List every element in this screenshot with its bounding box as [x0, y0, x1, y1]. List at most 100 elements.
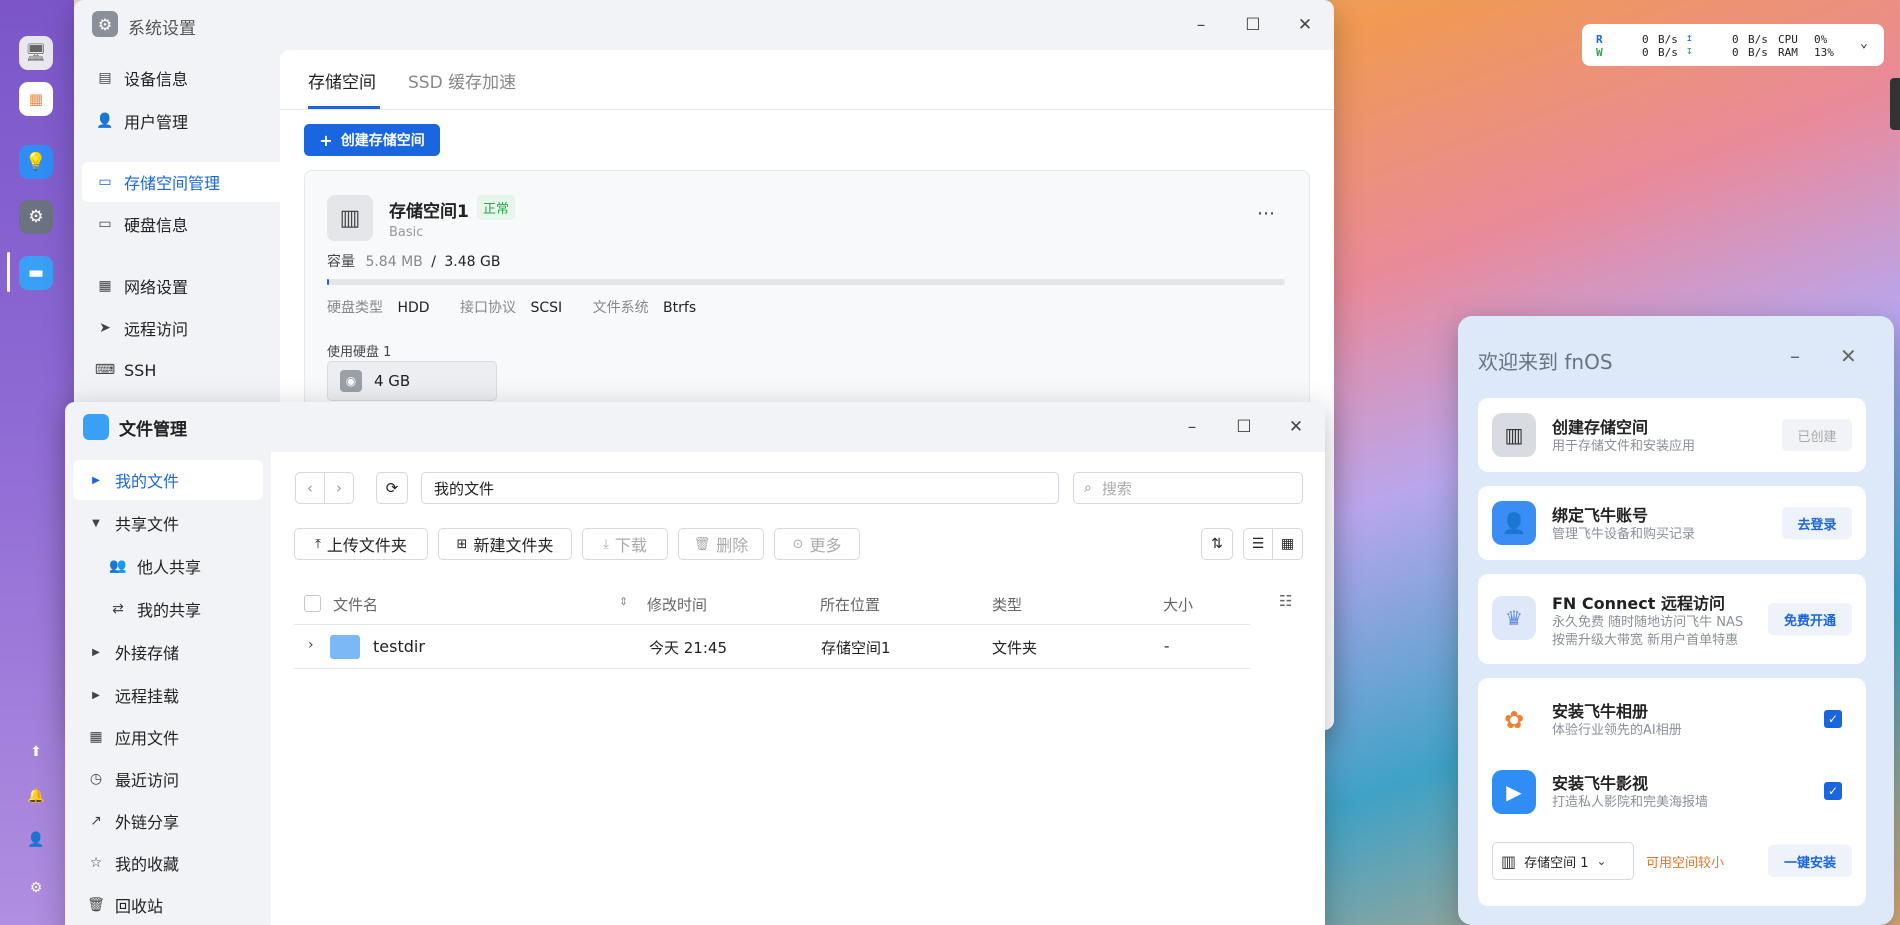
- user-icon[interactable]: 👤: [24, 828, 48, 852]
- app-dock: 🖥 ▦ 💡 ⚙ ▬ ⬆ 🔔 👤 ⚙: [0, 0, 74, 925]
- nav-external-storage[interactable]: ▶ 外接存储: [73, 632, 263, 672]
- nav-favorites[interactable]: ☆ 我的收藏: [73, 843, 263, 883]
- forward-button[interactable]: ›: [324, 472, 354, 504]
- file-manager-app-icon[interactable]: ▬: [19, 256, 53, 290]
- button-label: 删除: [716, 536, 749, 555]
- nav-label: 网络设置: [124, 278, 189, 297]
- trash-icon: 🗑: [87, 897, 105, 913]
- welcome-close-icon[interactable]: ✕: [1840, 344, 1857, 368]
- minimize-icon[interactable]: –: [1179, 414, 1205, 440]
- grid-view-button[interactable]: ▦: [1272, 528, 1303, 560]
- more-icon[interactable]: ⋯: [1257, 203, 1275, 224]
- close-icon[interactable]: ✕: [1292, 12, 1318, 38]
- row-type: 文件夹: [992, 639, 1038, 657]
- folder-icon: [330, 635, 360, 659]
- capacity-bar: [327, 279, 1285, 285]
- tab-storage[interactable]: 存储空间: [308, 68, 376, 93]
- settings-titlebar[interactable]: ⚙ 系统设置 – ☐ ✕: [74, 0, 1334, 50]
- maximize-icon[interactable]: ☐: [1240, 12, 1266, 38]
- nav-link-shares[interactable]: ↗ 外链分享: [73, 801, 263, 841]
- active-indicator: [7, 252, 10, 292]
- button-label: 下载: [614, 536, 647, 555]
- app-center-icon[interactable]: ▦: [19, 82, 53, 116]
- search-field[interactable]: ⌕ 搜索: [1073, 472, 1303, 504]
- list-view-button[interactable]: ☰: [1243, 528, 1273, 560]
- settings-app-icon[interactable]: ⚙: [19, 200, 53, 234]
- col-type[interactable]: 类型: [992, 588, 1022, 620]
- power-icon[interactable]: ⚙: [24, 876, 48, 900]
- back-button[interactable]: ‹: [295, 472, 325, 504]
- install-apps-card: ✿ 安装飞牛相册 体验行业领先的AI相册 ✓ ▶ 安装飞牛影视 打造私人影院和完…: [1478, 678, 1866, 906]
- nav-label: 外链分享: [115, 813, 180, 832]
- storage-mini-icon: ▥: [1501, 851, 1517, 871]
- read-value: 0: [1642, 33, 1649, 46]
- download-button[interactable]: ⤓ 下载: [582, 528, 668, 560]
- delete-button[interactable]: 🗑 删除: [678, 528, 764, 560]
- install-photos-checkbox[interactable]: ✓: [1824, 710, 1842, 728]
- column-settings-icon[interactable]: ☷: [1279, 592, 1292, 610]
- col-size[interactable]: 大小: [1163, 588, 1193, 620]
- expand-chevron-icon[interactable]: ›: [308, 637, 314, 653]
- button-label: 更多: [809, 536, 842, 555]
- nav-shared-by-others[interactable]: 👥 他人共享: [73, 546, 263, 586]
- crown-icon: ♛: [1492, 596, 1536, 640]
- nav-label: 远程挂载: [115, 687, 180, 706]
- write-label: W: [1596, 46, 1603, 59]
- nav-app-files[interactable]: ▦ 应用文件: [73, 717, 263, 757]
- sort-toggle-icon[interactable]: ⇕: [619, 595, 628, 608]
- more-circle-icon: ⊙: [792, 536, 804, 552]
- card-title: 绑定飞牛账号: [1552, 506, 1649, 525]
- clock-icon: ◷: [89, 771, 103, 787]
- col-location[interactable]: 所在位置: [820, 588, 880, 620]
- refresh-button[interactable]: ⟳: [376, 472, 408, 504]
- collapse-chevron-icon[interactable]: ⌄: [1860, 36, 1868, 51]
- iface-value: SCSI: [530, 300, 563, 316]
- desktop-icon[interactable]: 🖥: [19, 36, 53, 70]
- maximize-icon[interactable]: ☐: [1231, 414, 1257, 440]
- minimize-icon[interactable]: –: [1188, 12, 1214, 38]
- login-button[interactable]: 去登录: [1782, 507, 1852, 539]
- nav-remote-mount[interactable]: ▶ 远程挂载: [73, 675, 263, 715]
- file-manager-titlebar[interactable]: 文件管理 – ☐ ✕: [65, 402, 1325, 452]
- new-folder-button[interactable]: ⊞ 新建文件夹: [438, 528, 572, 560]
- send-icon: ➤: [99, 320, 111, 336]
- sort-button[interactable]: ⇅: [1201, 528, 1233, 560]
- disk-chip[interactable]: ◉ 4 GB: [327, 361, 497, 401]
- file-sidebar: ▶ 我的文件 ▼ 共享文件 👥 他人共享 ⇄ 我的共享 ▶ 外接存储 ▶ 远程挂载 ▦ 应用文…: [65, 452, 271, 925]
- nav-my-files[interactable]: ▶ 我的文件: [73, 460, 263, 500]
- search-icon: ⌕: [1084, 480, 1092, 496]
- star-icon: ☆: [89, 855, 103, 871]
- table-row[interactable]: › testdir 今天 21:45 存储空间1 文件夹 -: [294, 627, 1250, 669]
- edge-handle[interactable]: [1890, 78, 1900, 130]
- nav-recent[interactable]: ◷ 最近访问: [73, 759, 263, 799]
- card-sub-1: 永久免费 随时随地访问飞牛 NAS: [1552, 615, 1744, 630]
- tab-divider: [280, 109, 1334, 110]
- app-title: 安装飞牛影视: [1552, 774, 1649, 793]
- col-modified[interactable]: 修改时间: [647, 588, 707, 620]
- notification-icon[interactable]: 🔔: [24, 784, 48, 808]
- more-button[interactable]: ⊙ 更多: [774, 528, 860, 560]
- upload-folder-button[interactable]: ⤒ 上传文件夹: [294, 528, 428, 560]
- already-created-button[interactable]: 已创建: [1782, 419, 1852, 451]
- col-name[interactable]: 文件名: [333, 588, 378, 620]
- welcome-minimize-icon[interactable]: –: [1790, 344, 1800, 368]
- close-icon[interactable]: ✕: [1283, 414, 1309, 440]
- external-link-icon: ↗: [90, 813, 102, 829]
- trash-icon: 🗑: [693, 536, 711, 552]
- nav-shared-files[interactable]: ▼ 共享文件: [73, 503, 263, 543]
- nav-label: 存储空间管理: [124, 174, 221, 193]
- tab-ssd-cache[interactable]: SSD 缓存加速: [408, 68, 516, 93]
- tips-icon[interactable]: 💡: [19, 145, 53, 179]
- target-storage-select[interactable]: ▥ 存储空间 1 ⌄: [1492, 842, 1634, 880]
- install-video-checkbox[interactable]: ✓: [1824, 782, 1842, 800]
- one-click-install-button[interactable]: 一键安装: [1768, 845, 1852, 877]
- nav-recycle-bin[interactable]: 🗑 回收站: [73, 885, 263, 925]
- path-bar[interactable]: 我的文件: [421, 472, 1059, 504]
- download-value: 0: [1732, 46, 1739, 59]
- upload-status-icon[interactable]: ⬆: [24, 740, 48, 764]
- select-all-checkbox[interactable]: [304, 595, 321, 612]
- free-activate-button[interactable]: 免费开通: [1768, 603, 1852, 635]
- user-icon: 👤: [96, 113, 114, 129]
- create-storage-button[interactable]: + 创建存储空间: [304, 124, 440, 156]
- nav-my-shares[interactable]: ⇄ 我的共享: [73, 589, 263, 629]
